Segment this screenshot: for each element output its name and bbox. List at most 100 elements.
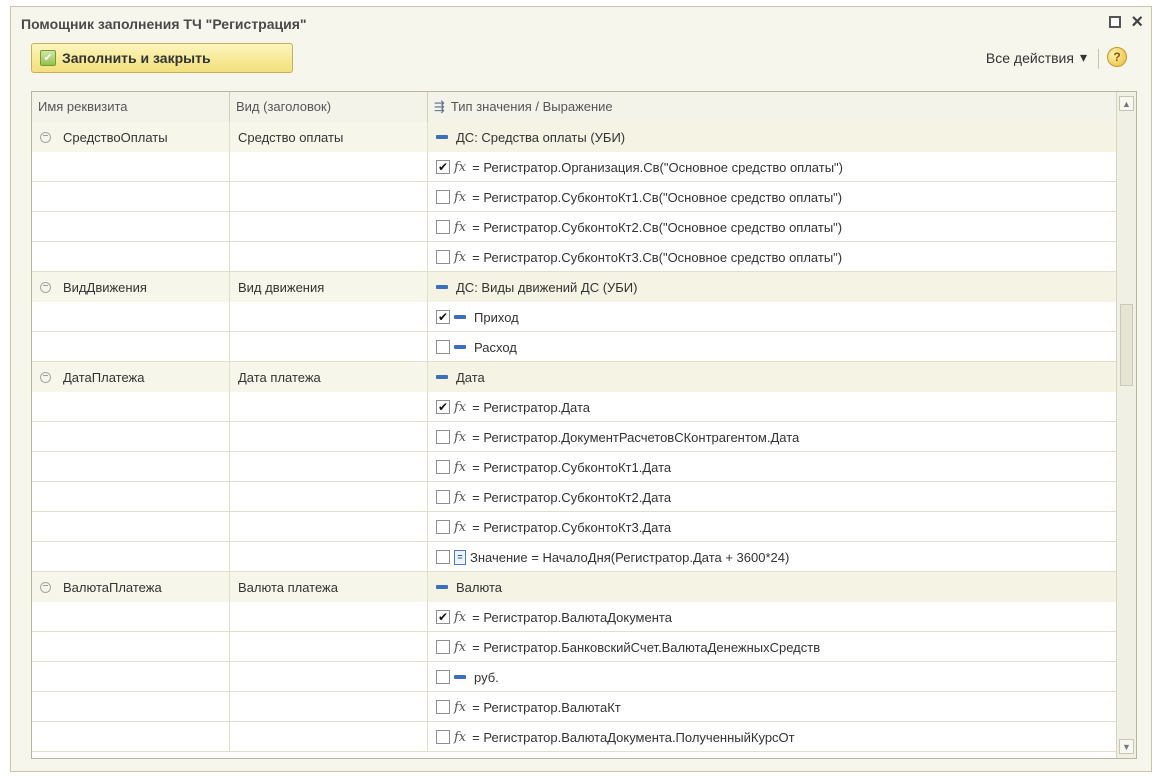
value-expression-cell: fx = Регистратор.СубконтоКт1.Св("Основное… [428,182,1118,212]
checkbox-checked[interactable]: ✔ [436,160,450,174]
checkbox-unchecked[interactable] [436,430,450,444]
maximize-icon[interactable] [1109,16,1122,28]
attribute-name-cell [32,662,230,692]
type-marker-icon [454,315,466,319]
checkbox-checked[interactable]: ✔ [436,610,450,624]
attribute-name-cell [32,212,230,242]
value-expression: руб. [474,669,499,685]
value-expression: = Регистратор.ВалютаКт [472,699,621,715]
checkbox-unchecked[interactable] [436,490,450,504]
value-expression: = Регистратор.СубконтоКт3.Дата [472,519,672,535]
scroll-down-icon[interactable]: ▼ [1119,739,1134,754]
attribute-name-cell [32,602,230,632]
value-expression: Значение = НачалоДня(Регистратор.Дата + … [470,549,790,565]
checkbox-unchecked[interactable] [436,520,450,534]
table-row[interactable]: fx = Регистратор.ВалютаКт [32,692,1118,722]
table-row[interactable]: fx = Регистратор.СубконтоКт3.Св("Основное… [32,242,1118,272]
attribute-name-cell [32,692,230,722]
checkbox-unchecked[interactable] [436,640,450,654]
checkbox-unchecked[interactable] [436,190,450,204]
table-row[interactable]: fx = Регистратор.ДокументРасчетовСКонтраг… [32,422,1118,452]
scroll-up-icon[interactable]: ▲ [1119,96,1134,111]
type-marker-icon [436,585,448,589]
value-expression-cell: Дата [428,362,1118,392]
column-header-attribute-name[interactable]: Имя реквизита [32,92,230,122]
value-expression: = Регистратор.СубконтоКт1.Св("Основное с… [472,189,843,205]
checkbox-checked[interactable]: ✔ [436,310,450,324]
group-row[interactable]: − СредствоОплаты Средство оплаты ДС: Средст… [32,122,1118,152]
value-expression-cell: ✔ fx = Регистратор.Дата [428,392,1118,422]
value-expression: = Регистратор.БанковскийСчет.ВалютаДенеж… [472,639,821,655]
table-row[interactable]: fx = Регистратор.СубконтоКт1.Св("Основное… [32,182,1118,212]
title-cell: Вид движения [230,272,428,302]
assistant-window: Помощник заполнения ТЧ "Регистрация" × ✔… [10,6,1152,772]
table-row[interactable]: Расход [32,332,1118,362]
checkbox-unchecked[interactable] [436,220,450,234]
attribute-name-cell [32,482,230,512]
attribute-name-cell [32,512,230,542]
title-bar: Помощник заполнения ТЧ "Регистрация" × [11,7,1151,41]
value-expression: ДС: Виды движений ДС (УБИ) [456,279,638,295]
table-row[interactable]: ✔ fx = Регистратор.ВалютаДокумента [32,602,1118,632]
checkbox-unchecked[interactable] [436,700,450,714]
collapse-icon[interactable]: − [40,281,51,293]
table-row[interactable]: ✔ Приход [32,302,1118,332]
table-row[interactable]: руб. [32,662,1118,692]
attribute-name-cell [32,542,230,572]
collapse-icon[interactable]: − [40,371,51,383]
table-row[interactable]: fx = Регистратор.СубконтоКт2.Св("Основное… [32,212,1118,242]
formula-icon: fx [454,249,467,265]
scrollbar-thumb[interactable] [1120,304,1133,386]
value-expression-cell: fx = Регистратор.ДокументРасчетовСКонтраг… [428,422,1118,452]
collapse-icon[interactable]: − [40,131,51,143]
table-row[interactable]: ✔ fx = Регистратор.Дата [32,392,1118,422]
checkbox-unchecked[interactable] [436,550,450,564]
table-row[interactable]: ✔ fx = Регистратор.Организация.Св("Основно… [32,152,1118,182]
attribute-name-cell [32,152,230,182]
table-row[interactable]: = Значение = НачалоДня(Регистратор.Дата +… [32,542,1118,572]
chevron-down-icon: ▾ [1079,49,1087,65]
collapse-icon[interactable]: − [40,581,51,593]
title-cell [230,452,428,482]
value-expression-cell: fx = Регистратор.ВалютаКт [428,692,1118,722]
column-header-title[interactable]: Вид (заголовок) [230,92,428,122]
checkbox-checked[interactable]: ✔ [436,400,450,414]
table-row[interactable]: fx = Регистратор.СубконтоКт1.Дата [32,452,1118,482]
attribute-name: ВидДвижения [63,279,147,295]
checkbox-unchecked[interactable] [436,730,450,744]
attribute-name: ДатаПлатежа [63,369,145,385]
table-row[interactable]: fx = Регистратор.ВалютаДокумента.Полученн… [32,722,1118,752]
checkbox-unchecked[interactable] [436,460,450,474]
group-row[interactable]: − ДатаПлатежа Дата платежа Дата [32,362,1118,392]
checkbox-unchecked[interactable] [436,340,450,354]
attribute-name-cell: − ВалютаПлатежа [32,572,230,602]
help-icon[interactable]: ? [1107,47,1127,67]
fill-and-close-button[interactable]: ✔ Заполнить и закрыть [31,43,293,73]
checkbox-unchecked[interactable] [436,250,450,264]
attribute-title: Валюта платежа [238,579,338,595]
table-row[interactable]: fx = Регистратор.БанковскийСчет.ВалютаДен… [32,632,1118,662]
type-marker-icon [454,345,466,349]
table-row[interactable]: fx = Регистратор.СубконтоКт2.Дата [32,482,1118,512]
column-header-value-type[interactable]: ⇶ Тип значения / Выражение [428,92,1118,122]
toolbar-separator [1098,49,1099,69]
title-cell: Дата платежа [230,362,428,392]
formula-icon: fx [454,219,467,235]
value-expression-cell: руб. [428,662,1118,692]
formula-icon: fx [454,639,467,655]
value-expression-cell: fx = Регистратор.СубконтоКт3.Св("Основное… [428,242,1118,272]
group-row[interactable]: − ВалютаПлатежа Валюта платежа Валюта [32,572,1118,602]
close-icon[interactable]: × [1131,12,1143,32]
attribute-name-cell: − ВидДвижения [32,272,230,302]
checkbox-unchecked[interactable] [436,670,450,684]
value-expression-cell: fx = Регистратор.СубконтоКт2.Дата [428,482,1118,512]
table-row[interactable]: fx = Регистратор.СубконтоКт3.Дата [32,512,1118,542]
value-expression-cell: fx = Регистратор.СубконтоКт2.Св("Основное… [428,212,1118,242]
formula-icon: fx [454,399,467,415]
all-actions-menu[interactable]: Все действия ▾ [986,49,1087,66]
group-row[interactable]: − ВидДвижения Вид движения ДС: Виды движени… [32,272,1118,302]
title-cell [230,632,428,662]
all-actions-label: Все действия [985,49,1074,66]
vertical-scrollbar[interactable]: ▲ ▼ [1116,92,1136,758]
attribute-name: ВалютаПлатежа [63,579,162,595]
